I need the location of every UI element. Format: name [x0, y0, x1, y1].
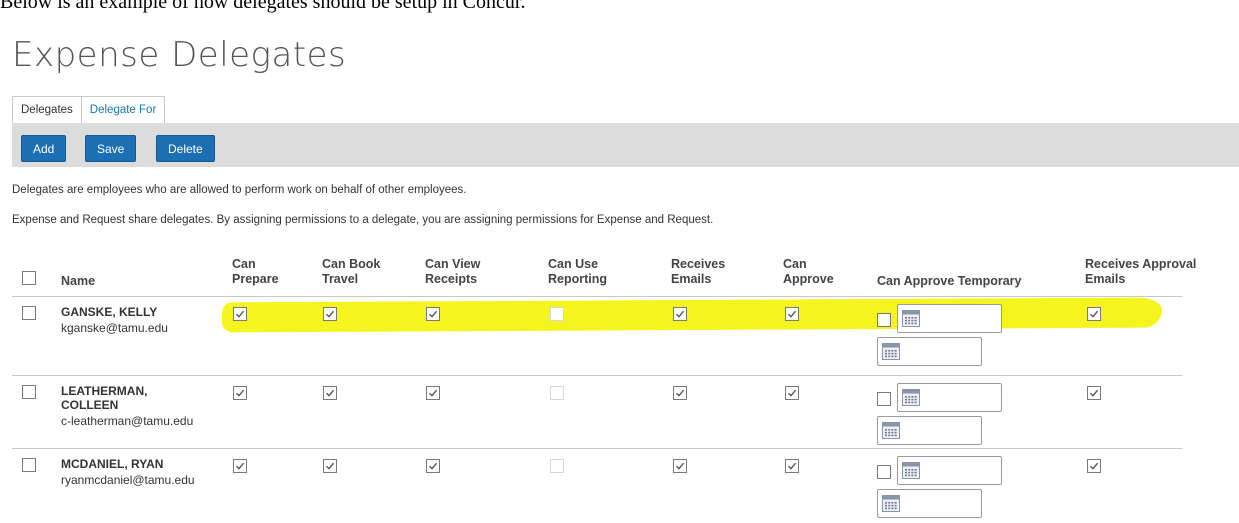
can-prepare-checkbox[interactable] [233, 386, 247, 400]
delegate-name: MCDANIEL, RYAN [61, 457, 164, 471]
toolbar: Add Save Delete [12, 123, 1239, 167]
column-header-name: Name [61, 274, 96, 288]
temporary-start-date-field[interactable] [897, 383, 1002, 412]
select-all-checkbox[interactable] [22, 271, 36, 285]
can-approve-temporary-checkbox[interactable] [877, 465, 891, 479]
column-header-receives-approval-emails: Receives Approval Emails [1085, 257, 1197, 286]
receives-emails-checkbox[interactable] [673, 459, 687, 473]
can-approve-temporary-checkbox[interactable] [877, 313, 891, 327]
delegate-email: ryanmcdaniel@tamu.edu [61, 473, 195, 487]
tab-bar: Delegates Delegate For [12, 96, 166, 124]
intro-text: Below is an example of how delegates sho… [0, 0, 526, 13]
description-line-1: Delegates are employees who are allowed … [12, 184, 467, 196]
can-prepare-checkbox[interactable] [233, 307, 247, 321]
delete-button[interactable]: Delete [156, 135, 215, 162]
column-header-receives-emails: Receives Emails [671, 257, 726, 286]
tab-delegates[interactable]: Delegates [12, 96, 82, 124]
temporary-end-date-field[interactable] [877, 489, 982, 518]
row-select-checkbox[interactable] [22, 385, 36, 399]
column-header-can-book-travel: Can Book Travel [322, 257, 381, 286]
temporary-end-date-field[interactable] [877, 416, 982, 445]
delegate-name: LEATHERMAN, [61, 384, 148, 398]
receives-emails-checkbox[interactable] [673, 307, 687, 321]
row-select-checkbox[interactable] [22, 306, 36, 320]
row-highlight [221, 297, 1163, 333]
save-button[interactable]: Save [85, 135, 137, 162]
receives-approval-emails-checkbox[interactable] [1087, 459, 1101, 473]
can-approve-temporary-checkbox[interactable] [877, 392, 891, 406]
can-approve-checkbox[interactable] [785, 386, 799, 400]
column-header-can-approve-temporary: Can Approve Temporary [877, 274, 1022, 288]
can-use-reporting-checkbox [550, 307, 564, 321]
can-book-travel-checkbox[interactable] [323, 459, 337, 473]
can-prepare-checkbox[interactable] [233, 459, 247, 473]
receives-approval-emails-checkbox[interactable] [1087, 307, 1101, 321]
tab-delegate-for[interactable]: Delegate For [80, 96, 166, 123]
can-view-receipts-checkbox[interactable] [426, 307, 440, 321]
temporary-start-date-field[interactable] [897, 304, 1002, 333]
header-divider [12, 296, 1182, 297]
column-header-can-view-receipts: Can View Receipts [425, 257, 481, 286]
temporary-end-date-field[interactable] [877, 337, 982, 366]
row-divider [12, 448, 1182, 449]
delegate-email: c-leatherman@tamu.edu [61, 414, 194, 428]
add-button[interactable]: Add [21, 135, 67, 162]
page-title: Expense Delegates [12, 35, 347, 75]
temporary-start-date-field[interactable] [897, 456, 1002, 485]
can-view-receipts-checkbox[interactable] [426, 459, 440, 473]
delegate-name: GANSKE, KELLY [61, 305, 158, 319]
column-header-can-approve: Can Approve [783, 257, 834, 286]
delegate-name: COLLEEN [61, 398, 119, 412]
receives-emails-checkbox[interactable] [673, 386, 687, 400]
description-line-2: Expense and Request share delegates. By … [12, 214, 714, 226]
row-select-checkbox[interactable] [22, 458, 36, 472]
can-use-reporting-checkbox [550, 386, 564, 400]
can-use-reporting-checkbox [550, 459, 564, 473]
can-view-receipts-checkbox[interactable] [426, 386, 440, 400]
receives-approval-emails-checkbox[interactable] [1087, 386, 1101, 400]
row-divider [12, 375, 1182, 376]
can-book-travel-checkbox[interactable] [323, 307, 337, 321]
column-header-can-prepare: Can Prepare [232, 257, 279, 286]
column-header-can-use-reporting: Can Use Reporting [548, 257, 608, 286]
can-approve-checkbox[interactable] [785, 307, 799, 321]
can-approve-checkbox[interactable] [785, 459, 799, 473]
delegate-email: kganske@tamu.edu [61, 321, 168, 335]
can-book-travel-checkbox[interactable] [323, 386, 337, 400]
